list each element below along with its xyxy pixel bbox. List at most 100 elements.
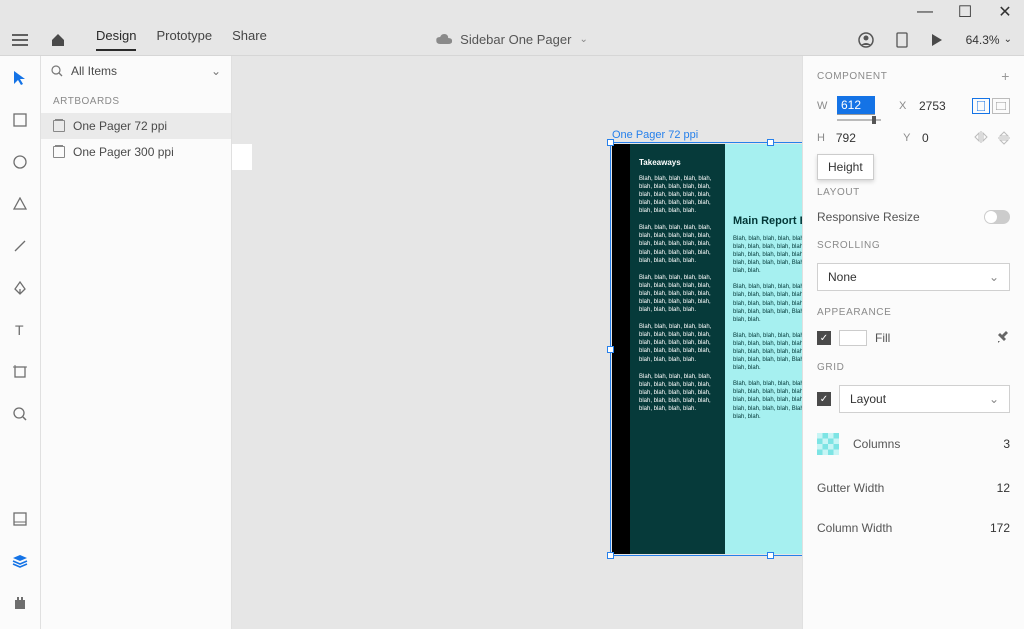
artboards-section-header: ARTBOARDS <box>41 86 231 113</box>
grid-section-header: GRID <box>803 350 1024 381</box>
column-width-value[interactable]: 172 <box>990 521 1010 535</box>
doc-body-column: Main Report Body Blah, blah, blah, blah,… <box>725 144 802 554</box>
svg-text:T: T <box>15 323 24 337</box>
chevron-down-icon: ⌄ <box>211 64 221 78</box>
tab-share[interactable]: Share <box>232 28 267 51</box>
doc-body-para: Blah, blah, blah, blah, blah, blah, blah… <box>733 332 802 372</box>
layers-panel-icon[interactable] <box>8 549 32 573</box>
doc-body-para: Blah, blah, blah, blah, blah, blah, blah… <box>733 235 802 275</box>
grid-type-value: Layout <box>850 392 886 406</box>
gutter-width-value[interactable]: 12 <box>997 481 1010 495</box>
plugins-panel-icon[interactable] <box>8 591 32 615</box>
width-label: W <box>817 100 829 112</box>
doc-sidebar-para: Blah, blah, blah, blah, blah, blah, blah… <box>639 323 718 363</box>
artboard-item[interactable]: One Pager 300 ppi <box>41 139 231 165</box>
artboard-icon <box>53 146 65 158</box>
rectangle-tool[interactable] <box>8 108 32 132</box>
properties-panel: COMPONENT + W X H Y <box>802 56 1024 629</box>
flip-vertical-icon[interactable] <box>998 131 1010 145</box>
appearance-section-header: APPEARANCE <box>803 295 1024 326</box>
line-tool[interactable] <box>8 234 32 258</box>
zoom-tool[interactable] <box>8 402 32 426</box>
layers-filter-label: All Items <box>71 64 117 78</box>
y-input[interactable] <box>922 129 966 147</box>
height-tooltip: Height <box>817 154 874 180</box>
canvas[interactable]: One Pager 72 ppi Takeaways Blah, blah, b… <box>232 56 802 629</box>
ellipse-tool[interactable] <box>8 150 32 174</box>
topbar: Design Prototype Share Sidebar One Pager… <box>0 24 1024 56</box>
zoom-value: 64.3% <box>966 33 1000 47</box>
scrolling-dropdown[interactable]: None ⌄ <box>817 263 1010 291</box>
artboard[interactable]: Takeaways Blah, blah, blah, blah, blah, … <box>612 144 802 554</box>
gutter-width-label: Gutter Width <box>817 481 884 495</box>
doc-sidebar-para: Blah, blah, blah, blah, blah, blah, blah… <box>639 373 718 413</box>
home-icon[interactable] <box>50 33 66 47</box>
cloud-icon <box>436 34 452 46</box>
tab-design[interactable]: Design <box>96 28 136 51</box>
window-titlebar: — ☐ ✕ <box>0 0 1024 24</box>
doc-sidebar-para: Blah, blah, blah, blah, blah, blah, blah… <box>639 224 718 264</box>
artboard-item[interactable]: One Pager 72 ppi <box>41 113 231 139</box>
select-tool[interactable] <box>8 66 32 90</box>
tab-prototype[interactable]: Prototype <box>156 28 212 51</box>
doc-sidebar-title: Takeaways <box>639 158 718 169</box>
artboard-peek[interactable] <box>232 144 252 170</box>
pen-tool[interactable] <box>8 276 32 300</box>
x-input[interactable] <box>919 97 963 115</box>
window-close-button[interactable]: ✕ <box>998 5 1012 19</box>
document-title-text: Sidebar One Pager <box>460 32 571 47</box>
artboard-black-margin <box>612 144 630 554</box>
width-input[interactable] <box>837 96 875 115</box>
window-maximize-button[interactable]: ☐ <box>958 5 972 19</box>
fill-swatch[interactable] <box>839 330 867 346</box>
eyedropper-icon[interactable] <box>996 331 1010 345</box>
doc-sidebar-column: Takeaways Blah, blah, blah, blah, blah, … <box>630 144 725 554</box>
chevron-down-icon: ⌄ <box>989 392 999 406</box>
scrolling-section-header: SCROLLING <box>803 228 1024 259</box>
play-icon[interactable] <box>930 33 944 47</box>
device-preview-icon[interactable] <box>896 32 908 48</box>
fill-checkbox[interactable]: ✓ <box>817 331 831 345</box>
polygon-tool[interactable] <box>8 192 32 216</box>
grid-checkbox[interactable]: ✓ <box>817 392 831 406</box>
height-input[interactable] <box>836 129 880 147</box>
width-slider[interactable] <box>837 119 881 121</box>
component-section-header: COMPONENT + <box>803 56 1024 92</box>
doc-body-title: Main Report Body <box>733 214 802 229</box>
window-minimize-button[interactable]: — <box>918 5 932 19</box>
responsive-resize-label: Responsive Resize <box>817 210 920 224</box>
doc-body-para: Blah, blah, blah, blah, blah, blah, blah… <box>733 380 802 420</box>
chevron-down-icon: ⌄ <box>1004 34 1012 45</box>
grid-color-swatch[interactable] <box>817 433 839 455</box>
document-title[interactable]: Sidebar One Pager ⌄ <box>436 32 588 47</box>
assets-panel-icon[interactable] <box>8 507 32 531</box>
orientation-portrait-button[interactable] <box>972 98 990 114</box>
artboard-icon <box>53 120 65 132</box>
artboard-label[interactable]: One Pager 72 ppi <box>612 129 698 141</box>
doc-sidebar-para: Blah, blah, blah, blah, blah, blah, blah… <box>639 175 718 215</box>
add-component-button[interactable]: + <box>1001 68 1010 84</box>
flip-horizontal-icon[interactable] <box>974 131 988 145</box>
y-label: Y <box>903 132 914 144</box>
account-icon[interactable] <box>858 32 874 48</box>
chevron-down-icon: ⌄ <box>579 34 587 45</box>
layers-filter[interactable]: All Items ⌄ <box>41 56 231 86</box>
scrolling-value: None <box>828 270 857 284</box>
artboard-item-label: One Pager 72 ppi <box>73 119 167 133</box>
grid-type-dropdown[interactable]: Layout ⌄ <box>839 385 1010 413</box>
x-label: X <box>899 100 911 112</box>
text-tool[interactable]: T <box>8 318 32 342</box>
columns-value[interactable]: 3 <box>1003 437 1010 451</box>
search-icon <box>51 65 63 77</box>
orientation-landscape-button[interactable] <box>992 98 1010 114</box>
chevron-down-icon: ⌄ <box>989 270 999 284</box>
height-label: H <box>817 132 828 144</box>
layers-panel: All Items ⌄ ARTBOARDS One Pager 72 ppi O… <box>41 56 232 629</box>
zoom-control[interactable]: 64.3% ⌄ <box>966 33 1012 47</box>
artboard-tool[interactable] <box>8 360 32 384</box>
responsive-resize-toggle[interactable] <box>984 210 1010 224</box>
tool-rail: T <box>0 56 41 629</box>
doc-body-para: Blah, blah, blah, blah, blah, blah, blah… <box>733 283 802 323</box>
menu-icon[interactable] <box>12 33 28 47</box>
doc-sidebar-para: Blah, blah, blah, blah, blah, blah, blah… <box>639 274 718 314</box>
